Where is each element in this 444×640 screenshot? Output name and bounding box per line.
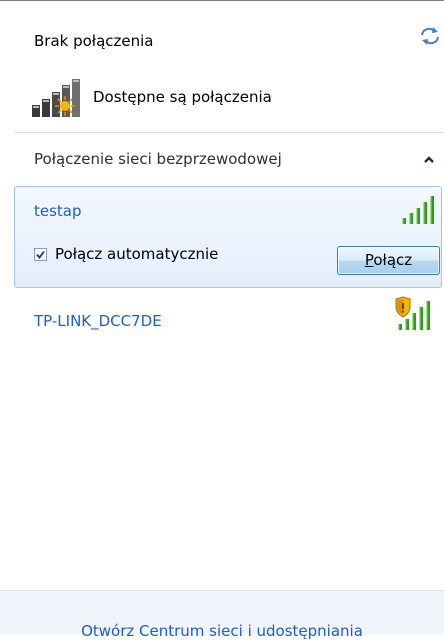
auto-connect-checkbox[interactable]: Połącz automatycznie [34, 245, 218, 263]
checkbox[interactable] [34, 247, 47, 261]
open-network-center-link[interactable]: Otwórz Centrum sieci i udostępniania [0, 622, 444, 640]
shield-icon [395, 296, 411, 318]
connect-button[interactable]: Połącz [337, 246, 440, 275]
available-connections-text: Dostępne są połączenia [93, 88, 272, 106]
section-title: Połączenie sieci bezprzewodowej [34, 150, 282, 168]
refresh-icon[interactable] [419, 26, 441, 46]
checkmark-icon [36, 250, 45, 259]
network-name[interactable]: testap [34, 202, 82, 220]
network-available-icon [32, 79, 80, 117]
divider [14, 132, 444, 133]
top-border [0, 0, 444, 1]
signal-strength-icon [402, 196, 434, 224]
connection-status: Brak połączenia [34, 32, 154, 50]
auto-connect-label: Połącz automatycznie [55, 245, 219, 263]
network-name[interactable]: TP-LINK_DCC7DE [34, 312, 162, 330]
signal-strength-icon [395, 296, 430, 330]
collapse-chevron-icon[interactable] [417, 148, 441, 172]
connect-button-label: ołącz [373, 251, 413, 269]
